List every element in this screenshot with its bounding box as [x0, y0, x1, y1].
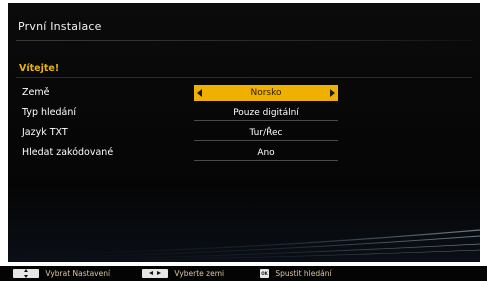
key-hint-bar: Vybrat Nastavení Vyberte zemi OK Spustit…: [0, 266, 487, 281]
country-value: Norsko: [250, 88, 282, 98]
hint-select-country: Vyberte zemi: [142, 268, 224, 279]
hint-select-setting: Vybrat Nastavení: [13, 268, 110, 279]
hint-start-search: OK Spustit hledání: [258, 268, 332, 279]
arrow-left-icon[interactable]: [197, 89, 202, 97]
scan-encrypted-value[interactable]: Ano: [194, 145, 338, 161]
left-right-key-icon: [142, 269, 168, 278]
hint-start-search-label: Spustit hledání: [275, 269, 332, 278]
teletext-language-value[interactable]: Tur/Řec: [194, 125, 338, 141]
setting-row-teletext-language[interactable]: Jazyk TXT Tur/Řec: [16, 123, 472, 143]
page-title: První Instalace: [18, 20, 102, 33]
setting-label-country: Země: [22, 87, 50, 98]
welcome-heading: Vítejte!: [19, 63, 60, 74]
up-down-key-icon: [13, 269, 39, 278]
welcome-divider: [16, 77, 472, 78]
setting-label-teletext-language: Jazyk TXT: [22, 127, 68, 138]
setting-row-search-type[interactable]: Typ hledání Pouze digitální: [16, 103, 472, 123]
country-selector[interactable]: Norsko: [194, 85, 338, 101]
ok-key-icon: OK: [260, 269, 269, 278]
decorative-wave: [8, 229, 480, 262]
hint-select-setting-label: Vybrat Nastavení: [45, 269, 111, 278]
setting-label-scan-encrypted: Hledat zakódované: [22, 147, 114, 158]
setting-label-search-type: Typ hledání: [22, 107, 77, 118]
first-installation-screen: První Instalace Vítejte! Země Norsko Typ…: [8, 3, 480, 262]
setting-row-scan-encrypted[interactable]: Hledat zakódované Ano: [16, 143, 472, 163]
hint-select-country-label: Vyberte zemi: [174, 269, 225, 278]
search-type-value[interactable]: Pouze digitální: [194, 105, 338, 121]
title-divider: [16, 40, 472, 41]
setting-row-country[interactable]: Země Norsko: [16, 83, 472, 103]
arrow-right-icon[interactable]: [330, 89, 335, 97]
